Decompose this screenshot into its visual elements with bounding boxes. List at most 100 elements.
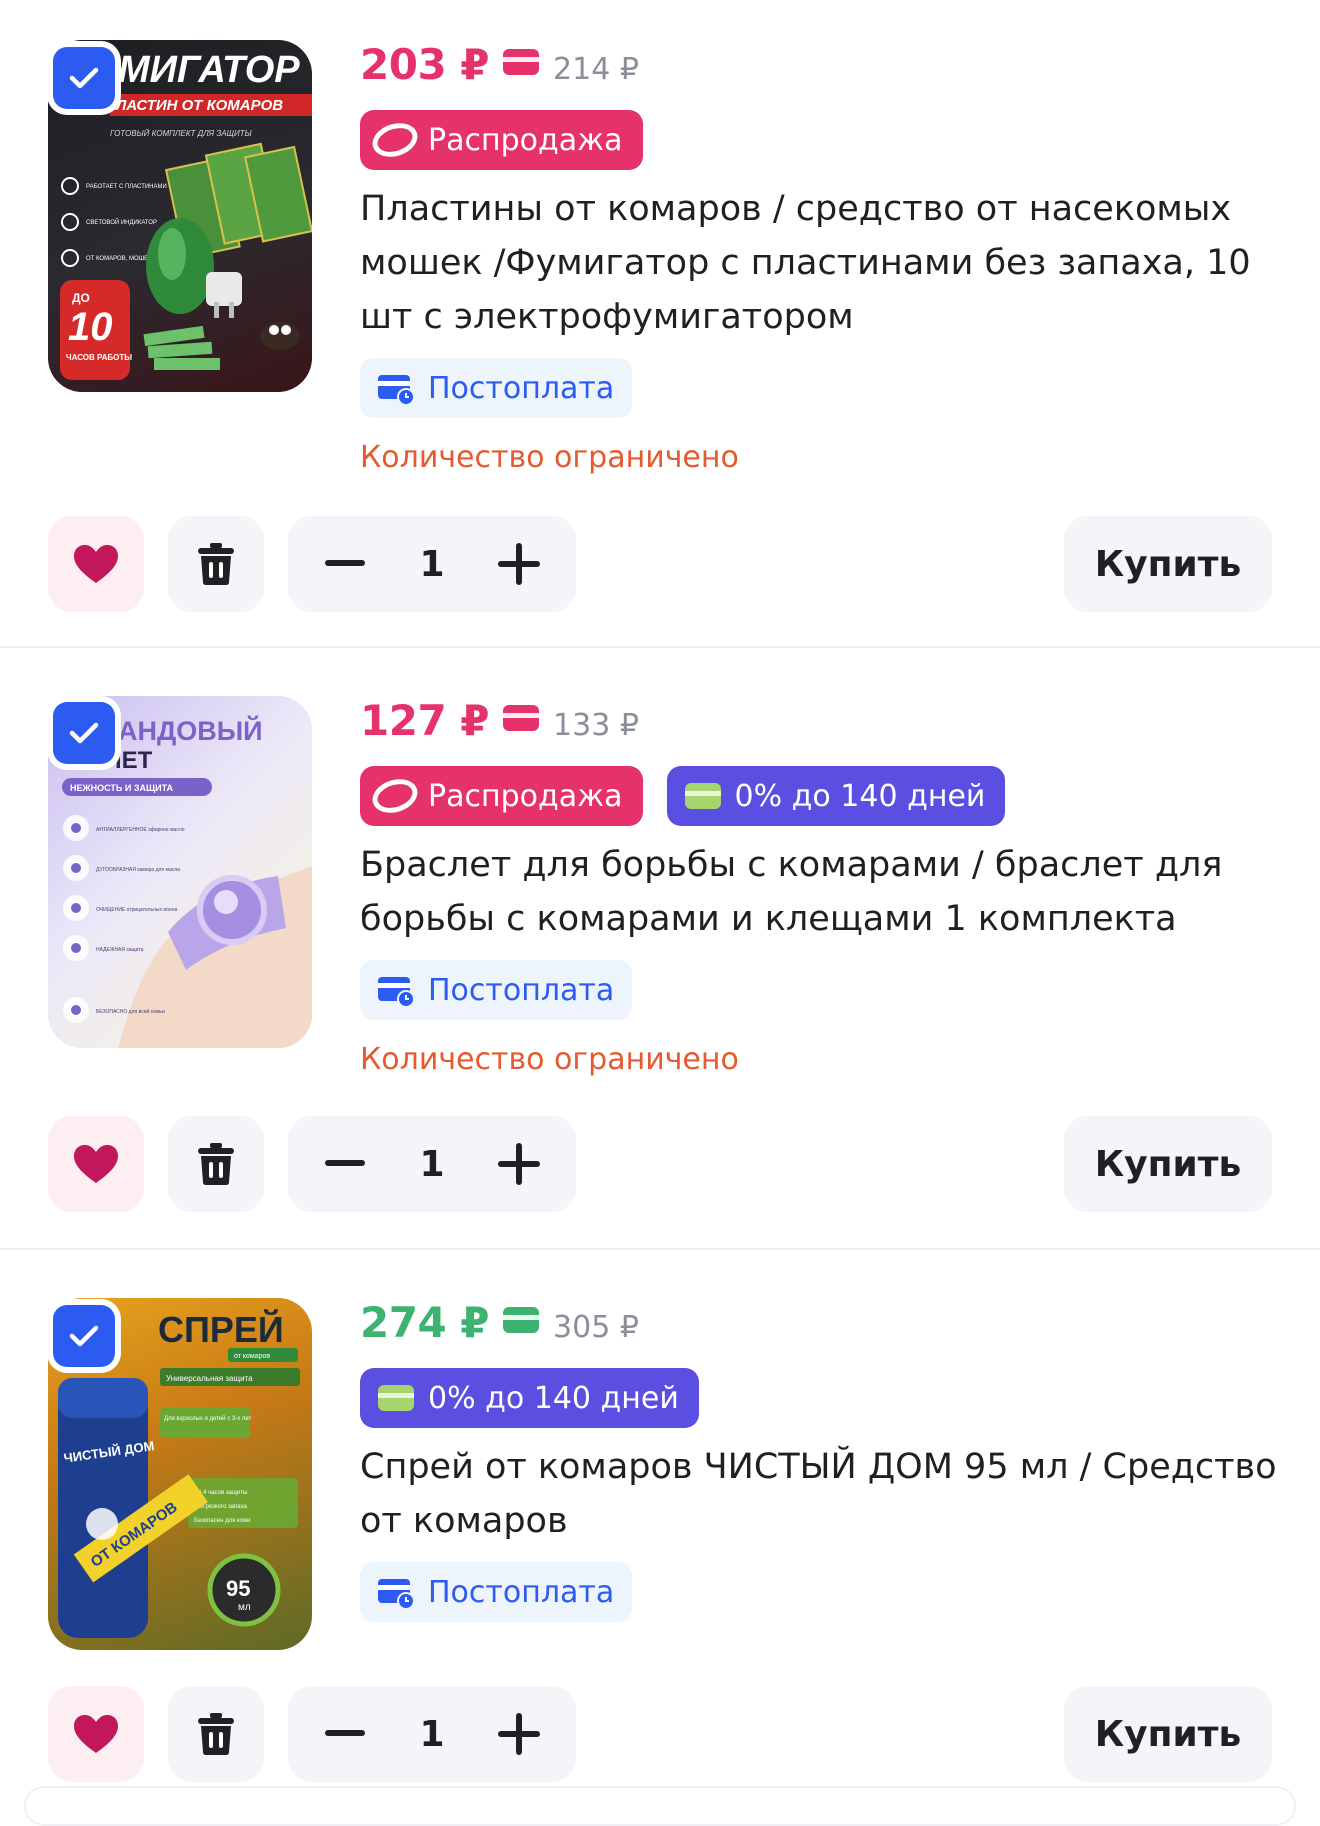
image-feature: РАБОТАЕТ С ПЛАСТИНАМИ — [86, 184, 167, 190]
image-feature: Безопасен для кожи — [194, 1518, 250, 1524]
installment-badge-label: 0% до 140 дней — [428, 1380, 679, 1416]
decrease-quantity-button[interactable] — [310, 1116, 380, 1212]
installment-card-icon — [378, 1385, 414, 1411]
item-divider — [0, 1248, 1320, 1250]
postpay-label: Постоплата — [428, 1574, 615, 1610]
image-headline: АНДОВЫЙ — [118, 715, 263, 746]
sticker-bottom: ЧАСОВ РАБОТЫ — [66, 353, 132, 362]
installment-badge-label: 0% до 140 дней — [734, 778, 986, 814]
card-price-icon — [503, 1307, 540, 1333]
image-feature: НАДЕЖНАЯ защита — [96, 947, 144, 953]
select-checkbox[interactable] — [53, 1305, 115, 1367]
trash-icon — [198, 1143, 234, 1185]
quantity-value: 1 — [419, 1713, 445, 1755]
postpay-card-icon — [378, 375, 415, 405]
heart-icon — [74, 1145, 118, 1183]
checkmark-icon — [69, 67, 99, 89]
checkmark-icon — [69, 1325, 99, 1347]
product-info: 203 ₽ 214 ₽ Распродажа Пластины от комар… — [360, 40, 1280, 475]
delete-button[interactable] — [168, 1116, 264, 1212]
quantity-value: 1 — [419, 543, 445, 585]
sticker-top: ДО — [72, 291, 90, 305]
trash-icon — [198, 543, 234, 585]
postpay-card-icon — [378, 977, 415, 1007]
increase-quantity-button[interactable] — [484, 1116, 554, 1212]
old-price: 133 ₽ — [553, 708, 639, 743]
price-row: 203 ₽ 214 ₽ — [360, 40, 1280, 96]
item-actions: 1 Купить — [0, 1116, 1320, 1212]
product-title[interactable]: Пластины от комаров / средство от насеко… — [360, 182, 1280, 344]
postpay-badge[interactable]: Постоплата — [360, 960, 633, 1020]
checkmark-icon — [69, 722, 99, 744]
favorite-button[interactable] — [48, 1116, 144, 1212]
stock-limited-text: Количество ограничено — [360, 1042, 739, 1077]
image-feature: СВЕТОВОЙ ИНДИКАТОР — [86, 218, 157, 226]
quantity-stepper: 1 — [288, 516, 576, 612]
current-price: 127 ₽ — [360, 696, 490, 745]
minus-icon — [325, 1730, 365, 1736]
volume-unit: мл — [238, 1602, 251, 1613]
card-price-icon — [503, 49, 540, 75]
product-info: 274 ₽ 305 ₽ 0% до 140 дней Спрей от кома… — [360, 1298, 1280, 1622]
image-feature: БЕЗОПАСНО для всей семьи — [96, 1008, 165, 1015]
current-price: 274 ₽ — [360, 1298, 490, 1347]
product-info: 127 ₽ 133 ₽ Распродажа 0% до 140 дней Бр… — [360, 696, 1280, 1077]
increase-quantity-button[interactable] — [484, 516, 554, 612]
buy-button[interactable]: Купить — [1064, 1686, 1272, 1782]
image-headline: МИГАТОР — [118, 49, 300, 91]
buy-button[interactable]: Купить — [1064, 516, 1272, 612]
quantity-stepper: 1 — [288, 1686, 576, 1782]
heart-icon — [74, 545, 118, 583]
image-headline: СПРЕЙ — [158, 1308, 284, 1350]
badges: Распродажа 0% до 140 дней — [360, 766, 1280, 826]
quantity-stepper: 1 — [288, 1116, 576, 1212]
installment-card-icon — [684, 783, 721, 809]
postpay-badge[interactable]: Постоплата — [360, 358, 633, 418]
sale-badge[interactable]: Распродажа — [360, 110, 643, 170]
favorite-button[interactable] — [48, 1686, 144, 1782]
image-feature: ДУГООБРАЗНАЯ камера для масла — [96, 867, 180, 873]
plus-icon — [498, 1713, 540, 1755]
delete-button[interactable] — [168, 516, 264, 612]
postpay-badge[interactable]: Постоплата — [360, 1562, 633, 1622]
product-title[interactable]: Браслет для борьбы с комарами / браслет … — [360, 838, 1280, 946]
sale-badge-label: Распродажа — [428, 122, 623, 158]
minus-icon — [325, 1160, 365, 1166]
select-checkbox[interactable] — [53, 702, 115, 764]
image-feature: АНТИАЛЛЕРГЕННОЕ эфирное масло — [96, 827, 185, 833]
quantity-value: 1 — [419, 1143, 445, 1185]
product-title[interactable]: Спрей от комаров ЧИСТЫЙ ДОМ 95 мл / Сред… — [360, 1440, 1280, 1548]
price-row: 274 ₽ 305 ₽ — [360, 1298, 1280, 1354]
installment-badge[interactable]: 0% до 140 дней — [360, 1368, 699, 1428]
price-row: 127 ₽ 133 ₽ — [360, 696, 1280, 752]
plus-icon — [498, 543, 540, 585]
old-price: 305 ₽ — [553, 1310, 639, 1345]
current-price: 203 ₽ — [360, 40, 490, 89]
installment-badge[interactable]: 0% до 140 дней — [666, 766, 1006, 826]
decrease-quantity-button[interactable] — [310, 1686, 380, 1782]
sale-icon — [368, 773, 422, 819]
next-section-edge — [24, 1786, 1296, 1826]
buy-button[interactable]: Купить — [1064, 1116, 1272, 1212]
image-feature: ОЧИЩЕНИЕ отрицательных ионов — [96, 907, 177, 913]
card-price-icon — [503, 705, 540, 731]
item-divider — [0, 646, 1320, 648]
heart-icon — [74, 1715, 118, 1753]
postpay-label: Постоплата — [428, 972, 615, 1008]
badges: 0% до 140 дней — [360, 1368, 1280, 1428]
sale-badge[interactable]: Распродажа — [360, 766, 643, 826]
minus-icon — [325, 560, 365, 566]
image-tagline: НЕЖНОСТЬ И ЗАЩИТА — [70, 783, 174, 793]
image-subline: ЛАСТИН ОТ КОМАРОВ — [115, 97, 283, 114]
decrease-quantity-button[interactable] — [310, 516, 380, 612]
postpay-label: Постоплата — [428, 370, 615, 406]
image-subline: от комаров — [234, 1353, 270, 1360]
select-checkbox[interactable] — [53, 47, 115, 109]
increase-quantity-button[interactable] — [484, 1686, 554, 1782]
sale-icon — [368, 117, 422, 163]
delete-button[interactable] — [168, 1686, 264, 1782]
item-actions: 1 Купить — [0, 516, 1320, 612]
stock-limited-text: Количество ограничено — [360, 440, 739, 475]
favorite-button[interactable] — [48, 516, 144, 612]
postpay-card-icon — [378, 1579, 415, 1609]
